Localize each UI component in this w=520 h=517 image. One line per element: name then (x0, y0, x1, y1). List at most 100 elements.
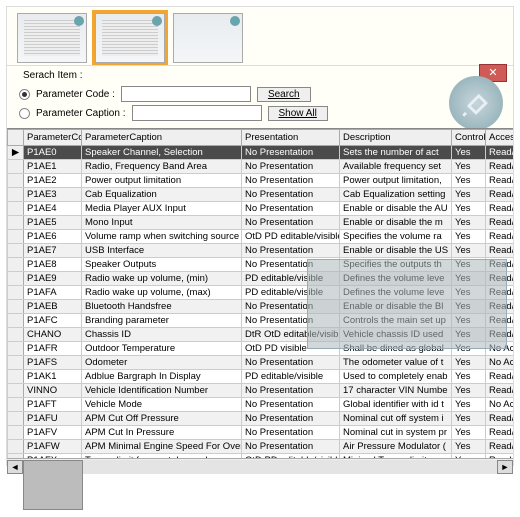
scroll-track[interactable] (23, 460, 497, 474)
table-row[interactable]: P1AFWAPM Minimal Engine Speed For Overru… (8, 440, 514, 454)
col-presentation[interactable]: Presentation (242, 130, 340, 146)
cell-access: Read/Write (486, 230, 514, 244)
header-row: ParameterCo ParameterCaption Presentatio… (8, 130, 514, 146)
cell-caption: Vehicle Mode (82, 398, 242, 412)
cell-caption: Outdoor Temperature (82, 342, 242, 356)
scroll-left-arrow[interactable]: ◄ (7, 460, 23, 474)
table-row[interactable]: P1AEBBluetooth HandsfreeNo PresentationE… (8, 300, 514, 314)
cell-description: Nominal cut in system pr (340, 426, 452, 440)
table-row[interactable]: P1AFARadio wake up volume, (max)PD edita… (8, 286, 514, 300)
label-parameter-code: Parameter Code : (36, 89, 115, 100)
cell-control: Yes (452, 426, 486, 440)
cell-access: Read/Write (486, 272, 514, 286)
table-row[interactable]: P1AE2Power output limitationNo Presentat… (8, 174, 514, 188)
cell-code: CHANO (24, 328, 82, 342)
cell-control: Yes (452, 244, 486, 258)
cell-access: Read/Write (486, 202, 514, 216)
table-row[interactable]: P1AE6Volume ramp when switching sourceOt… (8, 230, 514, 244)
app-logo (449, 76, 503, 130)
col-handle[interactable] (8, 130, 24, 146)
cell-control: Yes (452, 342, 486, 356)
table-row[interactable]: P1AE7USB InterfaceNo PresentationEnable … (8, 244, 514, 258)
cell-presentation: No Presentation (242, 244, 340, 258)
input-parameter-code[interactable] (121, 86, 251, 102)
table-row[interactable]: CHANOChassis IDDtR OtD editable/visibleV… (8, 328, 514, 342)
col-access-mode[interactable]: AccessMode (486, 130, 514, 146)
thumbnail-3[interactable] (173, 13, 243, 63)
cell-caption: Radio, Frequency Band Area (82, 160, 242, 174)
cell-access: No Access (486, 398, 514, 412)
table-row[interactable]: P1AFSOdometerNo PresentationThe odometer… (8, 356, 514, 370)
col-parameter-code[interactable]: ParameterCo (24, 130, 82, 146)
cell-description: 17 character VIN Numbe (340, 384, 452, 398)
thumbnail-1[interactable] (17, 13, 87, 63)
cell-code: P1AEB (24, 300, 82, 314)
cell-description: Minimal Torque limit con (340, 454, 452, 459)
row-handle (8, 342, 24, 356)
search-button[interactable]: Search (257, 87, 311, 102)
cell-presentation: No Presentation (242, 216, 340, 230)
cell-control: Yes (452, 314, 486, 328)
table-row[interactable]: P1AE5Mono InputNo PresentationEnable or … (8, 216, 514, 230)
scroll-right-arrow[interactable]: ► (497, 460, 513, 474)
cell-access: Read/Write (486, 174, 514, 188)
horizontal-scrollbar[interactable]: ◄ ► (7, 458, 513, 474)
table-row[interactable]: VINNOVehicle Identification NumberNo Pre… (8, 384, 514, 398)
row-handle (8, 314, 24, 328)
col-parameter-caption[interactable]: ParameterCaption (82, 130, 242, 146)
radio-parameter-code[interactable] (19, 89, 30, 100)
showall-button[interactable]: Show All (268, 106, 328, 121)
row-handle (8, 384, 24, 398)
cell-access: Read/Write (486, 188, 514, 202)
row-handle (8, 328, 24, 342)
scroll-thumb[interactable] (23, 460, 83, 510)
table-row[interactable]: P1AFROutdoor TemperatureOtD PD visibleSh… (8, 342, 514, 356)
cell-presentation: No Presentation (242, 160, 340, 174)
cell-control: Yes (452, 398, 486, 412)
cell-access: Read/Write (486, 370, 514, 384)
cell-code: P1AE8 (24, 258, 82, 272)
col-control[interactable]: Control (452, 130, 486, 146)
table-row[interactable]: P1AE3Cab EqualizationNo PresentationCab … (8, 188, 514, 202)
cell-control: Yes (452, 146, 486, 160)
cell-access: Read/Write (486, 314, 514, 328)
table-row[interactable]: P1AE1Radio, Frequency Band AreaNo Presen… (8, 160, 514, 174)
table-row[interactable]: P1AFUAPM Cut Off PressureNo Presentation… (8, 412, 514, 426)
cell-control: Yes (452, 230, 486, 244)
cell-code: P1AE5 (24, 216, 82, 230)
row-handle: ▶ (8, 146, 24, 160)
table-row[interactable]: ▶P1AE0Speaker Channel, SelectionNo Prese… (8, 146, 514, 160)
cell-access: Read/Write (486, 258, 514, 272)
row-handle (8, 174, 24, 188)
cell-caption: APM Minimal Engine Speed For Overru (82, 440, 242, 454)
row-handle (8, 202, 24, 216)
table-row[interactable]: P1AK1Adblue Bargraph In DisplayPD editab… (8, 370, 514, 384)
table-row[interactable]: P1AE9Radio wake up volume, (min)PD edita… (8, 272, 514, 286)
cell-caption: Mono Input (82, 216, 242, 230)
table-row[interactable]: P1AFCBranding parameterNo PresentationCo… (8, 314, 514, 328)
cell-caption: Vehicle Identification Number (82, 384, 242, 398)
cell-description: Enable or disable the AU (340, 202, 452, 216)
thumbnail-2[interactable] (95, 13, 165, 63)
cell-code: P1AE9 (24, 272, 82, 286)
cell-caption: Radio wake up volume, (max) (82, 286, 242, 300)
table-row[interactable]: P1AFTVehicle ModeNo PresentationGlobal i… (8, 398, 514, 412)
cell-control: Yes (452, 286, 486, 300)
row-handle (8, 188, 24, 202)
table-row[interactable]: P1AE8Speaker OutputsNo PresentationSpeci… (8, 258, 514, 272)
search-panel: ✕ Serach Item : Parameter Code : Search … (7, 65, 513, 128)
cell-description: Enable or disable the US (340, 244, 452, 258)
table-row[interactable]: P1AFXTorque limit for overtake modeOtD P… (8, 454, 514, 459)
input-parameter-caption[interactable] (132, 105, 262, 121)
cell-code: P1AFC (24, 314, 82, 328)
radio-parameter-caption[interactable] (19, 108, 30, 119)
cell-access: Read/Write (486, 412, 514, 426)
col-description[interactable]: Description (340, 130, 452, 146)
cell-code: P1AFS (24, 356, 82, 370)
table-row[interactable]: P1AE4Media Player AUX InputNo Presentati… (8, 202, 514, 216)
cell-description: Cab Equalization setting (340, 188, 452, 202)
table-row[interactable]: P1AFVAPM Cut In PressureNo PresentationN… (8, 426, 514, 440)
cell-control: Yes (452, 272, 486, 286)
row-handle (8, 412, 24, 426)
cell-control: Yes (452, 188, 486, 202)
